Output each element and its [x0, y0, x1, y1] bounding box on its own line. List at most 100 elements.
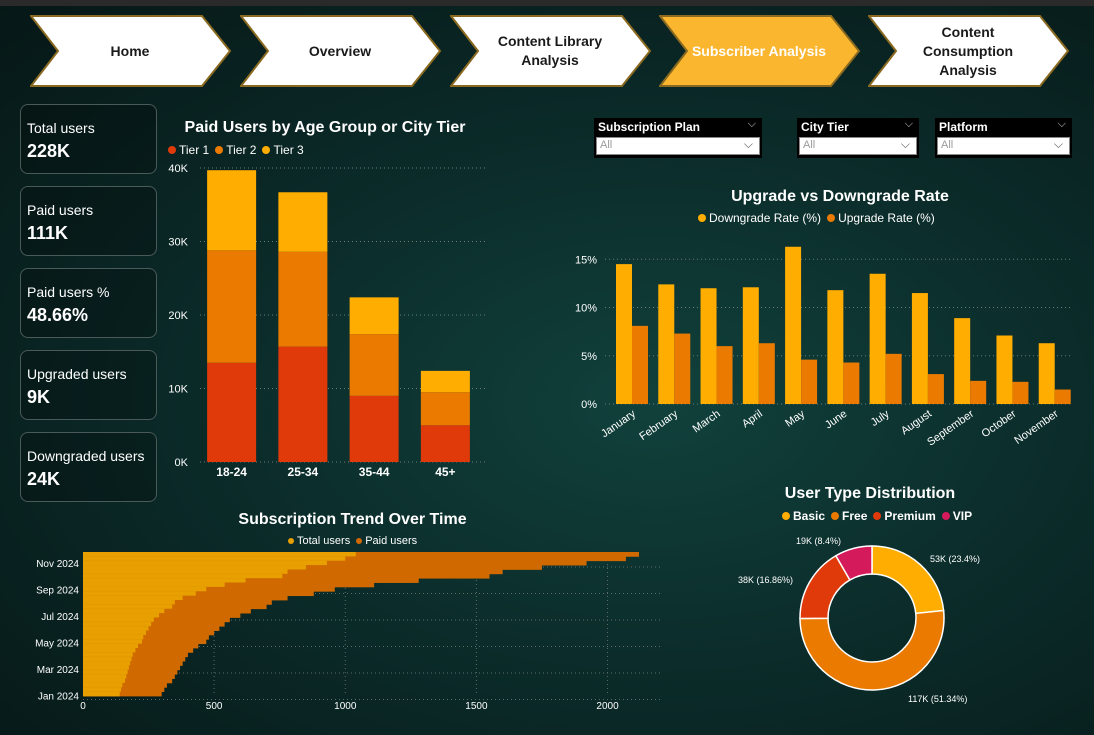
chevron-down-icon: ⌵ — [900, 137, 910, 151]
chevron-down-icon[interactable]: ⌵ — [1058, 118, 1066, 131]
subscription-plan-slicer[interactable]: Subscription Plan ⌵ All ⌵ — [594, 118, 762, 158]
legend-label: Total users — [297, 535, 351, 547]
y-tick-label: May 2024 — [35, 639, 79, 650]
nav-content-library-button[interactable]: Content Library Analysis — [450, 15, 652, 87]
kpi-label: Paid users % — [27, 284, 110, 300]
legend-item-paid-users[interactable]: Paid users — [356, 535, 417, 547]
kpi-card-upgraded-users: Upgraded users 9K — [20, 350, 157, 420]
legend-item-basic[interactable]: Basic — [782, 509, 825, 523]
y-tick-label: 20K — [168, 310, 188, 322]
legend-label: VIP — [952, 509, 973, 523]
nav-overview-button[interactable]: Overview — [240, 15, 442, 87]
legend-label: Downgrade Rate (%) — [709, 211, 822, 225]
legend-dot — [827, 214, 836, 222]
nav-content-consumption-label: Content Consumption Analysis — [922, 23, 1014, 78]
x-tick-label: 0 — [80, 701, 86, 712]
bar-paid-users — [83, 634, 144, 640]
legend-item-premium[interactable]: Premium — [873, 509, 936, 523]
y-tick-label: 10% — [575, 303, 597, 315]
legend-item-tier3[interactable]: Tier 3 — [262, 143, 304, 157]
bar — [658, 284, 675, 404]
bar-segment — [207, 362, 257, 462]
bar — [970, 380, 987, 404]
kpi-label: Downgraded users — [27, 448, 145, 464]
trend-legend: Total users Paid users — [288, 535, 417, 547]
bar-segment — [349, 334, 399, 396]
legend-item-tier1[interactable]: Tier 1 — [168, 143, 209, 157]
legend-item-total-users[interactable]: Total users — [288, 535, 350, 547]
chevron-down-icon[interactable]: ⌵ — [748, 118, 756, 131]
trend-chart: 0 500 1000 1500 2000 Nov 2024 Sep 2024 Jul 2024… — [35, 552, 660, 712]
bar-paid-users — [83, 691, 120, 697]
bar — [700, 288, 717, 404]
bar — [843, 362, 860, 404]
donut-slice — [799, 609, 945, 691]
kpi-value: 9K — [27, 387, 51, 407]
bar — [927, 374, 944, 404]
nav-content-consumption-button[interactable]: Content Consumption Analysis — [868, 15, 1070, 87]
slicer-title: Platform — [939, 120, 988, 134]
y-tick-label: Nov 2024 — [36, 559, 79, 570]
user-type-donut-chart: 53K (23.4%) 117K (51.34%) 38K (16.86%) 19K … — [738, 536, 980, 704]
data-label: 117K (51.34%) — [908, 694, 967, 704]
platform-slicer[interactable]: Platform ⌵ All ⌵ — [935, 118, 1072, 158]
page-navigation: Home Overview Content Library Analysis S… — [0, 15, 1094, 87]
bar-paid-users — [83, 560, 327, 566]
bar-segment — [278, 192, 328, 252]
city-tier-slicer[interactable]: City Tier ⌵ All ⌵ — [797, 118, 919, 158]
bar-segment — [349, 297, 399, 335]
bar — [954, 318, 971, 404]
bar-paid-users — [83, 687, 122, 693]
legend-item-upgrade[interactable]: Upgrade Rate (%) — [827, 211, 935, 225]
kpi-value: 48.66% — [27, 305, 89, 325]
nav-home-button[interactable]: Home — [30, 15, 232, 87]
y-tick-label: 15% — [575, 254, 597, 266]
bar — [911, 293, 928, 404]
trend-chart-title: Subscription Trend Over Time — [238, 511, 467, 528]
y-tick-label: 30K — [168, 237, 188, 249]
kpi-label: Paid users — [27, 202, 94, 218]
legend-label: Tier 3 — [273, 143, 304, 157]
legend-item-downgrade[interactable]: Downgrade Rate (%) — [698, 211, 821, 225]
bar-paid-users — [83, 626, 149, 631]
bar-paid-users — [83, 643, 139, 649]
chevron-down-icon[interactable]: ⌵ — [905, 118, 913, 131]
y-tick-label: 5% — [581, 351, 597, 363]
kpi-card-downgraded-users: Downgraded users 24K — [20, 432, 157, 502]
legend-item-tier2[interactable]: Tier 2 — [215, 143, 256, 157]
subscription-plan-dropdown[interactable]: All ⌵ — [596, 137, 760, 155]
bar — [616, 264, 632, 404]
bar — [869, 273, 886, 404]
bar-paid-users — [83, 591, 196, 597]
data-label: 19K (8.4%) — [796, 536, 841, 546]
y-tick-label: 10K — [168, 384, 188, 396]
kpi-label: Total users — [27, 120, 95, 136]
x-tick-label: October — [980, 408, 1019, 440]
bar-segment — [349, 395, 399, 462]
legend-item-free[interactable]: Free — [831, 509, 867, 523]
bar-paid-users — [83, 586, 207, 592]
bar-paid-users — [83, 648, 136, 653]
bar-segment — [207, 170, 257, 251]
data-label: 53K (23.4%) — [930, 554, 980, 564]
legend-item-vip[interactable]: VIP — [941, 509, 973, 523]
upgrade-downgrade-chart: 0% 5% 10% 15% January February March April May Ju… — [575, 246, 1071, 449]
x-tick-label: August — [899, 408, 934, 437]
city-tier-dropdown[interactable]: All ⌵ — [799, 137, 917, 155]
platform-dropdown[interactable]: All ⌵ — [937, 137, 1070, 155]
bar — [1012, 381, 1029, 404]
bar-segment — [278, 346, 328, 462]
user-type-legend: Basic Free Premium VIP — [782, 509, 972, 523]
kpi-card-paid-users: Paid users 111K — [20, 186, 157, 256]
legend-label: Tier 2 — [226, 143, 257, 157]
legend-dot — [288, 538, 294, 544]
upgrade-downgrade-legend: Downgrade Rate (%) Upgrade Rate (%) — [698, 211, 935, 225]
nav-subscriber-analysis-label: Subscriber Analysis — [691, 42, 827, 59]
bar-paid-users — [83, 669, 128, 675]
slicer-value: All — [941, 139, 954, 151]
nav-subscriber-analysis-button[interactable]: Subscriber Analysis — [659, 15, 861, 87]
x-tick-label: 25-34 — [288, 465, 319, 479]
bar-segment — [420, 370, 470, 393]
y-tick-label: Mar 2024 — [37, 665, 80, 676]
bar — [742, 287, 759, 404]
